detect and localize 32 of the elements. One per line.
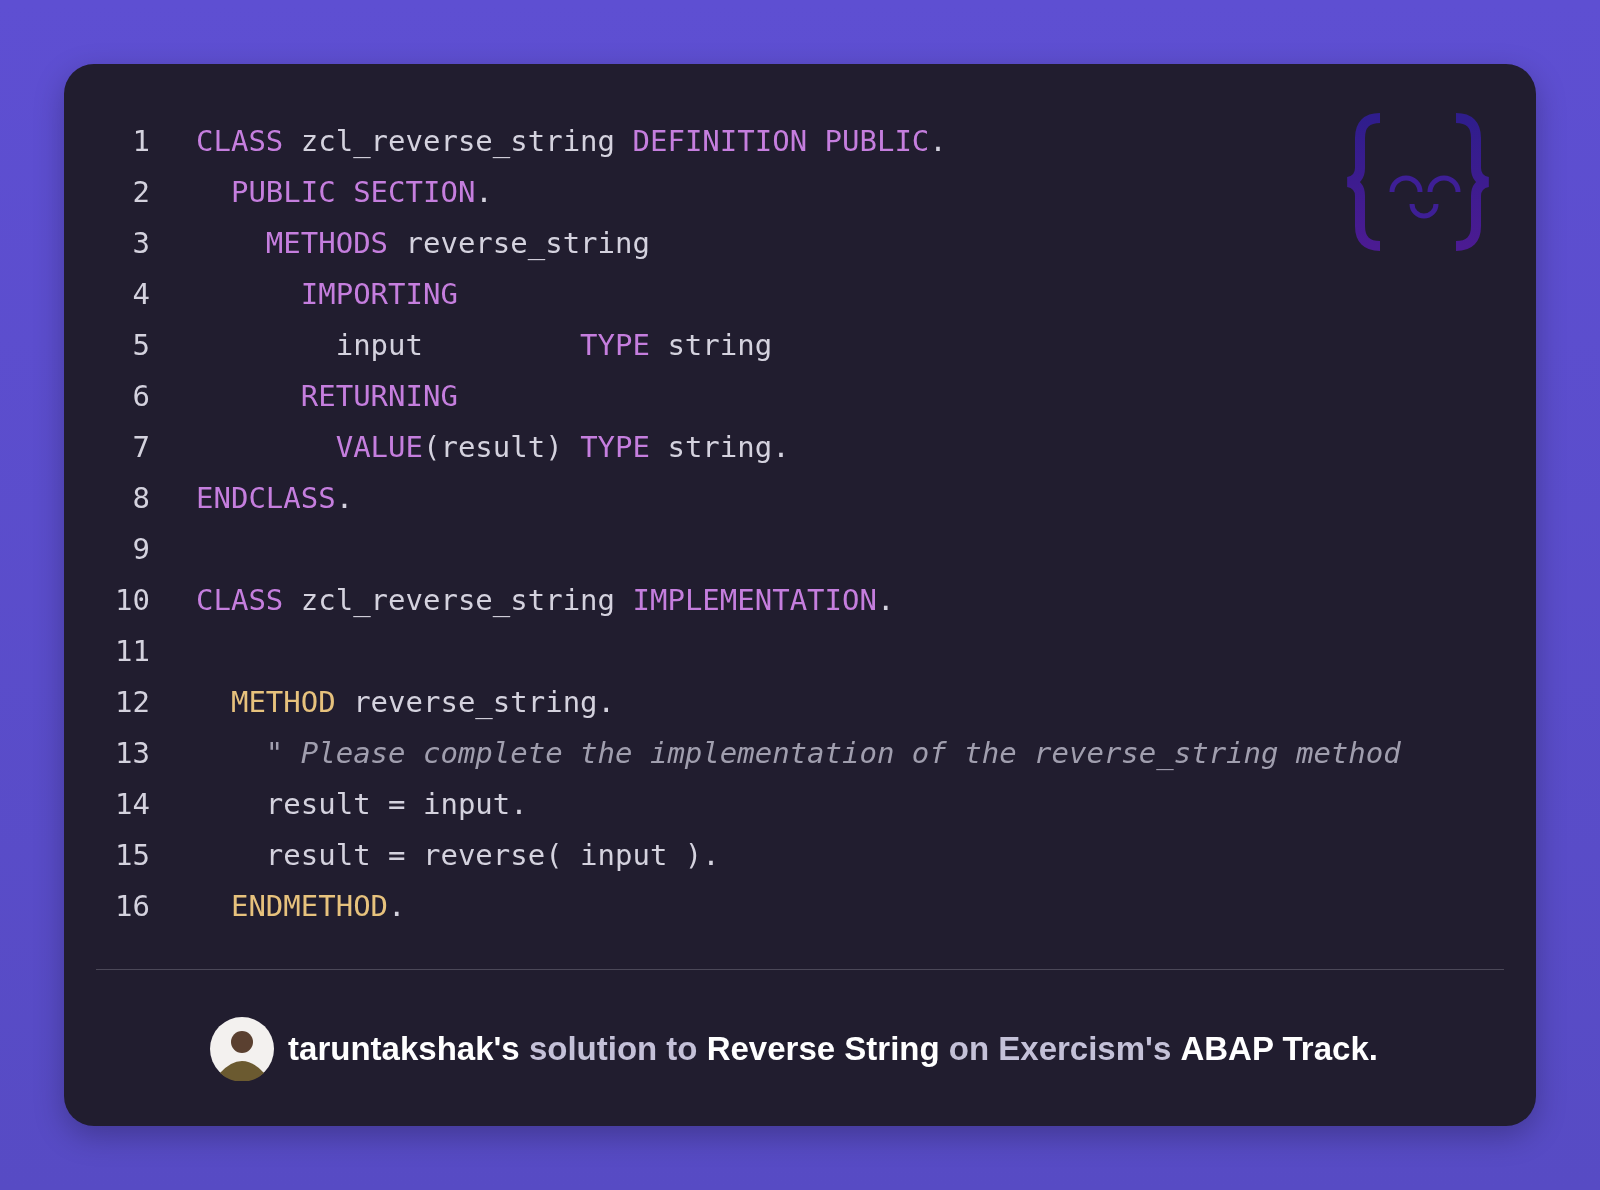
line-number: 13 [114, 735, 150, 770]
line-number: 2 [131, 174, 150, 209]
line-number: 6 [131, 378, 150, 413]
line-number: 8 [131, 480, 150, 515]
line-number: 9 [131, 531, 150, 566]
code-line: PUBLIC SECTION. [229, 174, 493, 209]
code-line: result = input. [264, 786, 528, 821]
code-line: METHOD reverse_string. [229, 684, 616, 719]
code-line: IMPORTING [299, 276, 458, 311]
line-number: 16 [114, 888, 150, 923]
line-number: 12 [114, 684, 150, 719]
code-line: METHODS reverse_string [264, 225, 650, 260]
code-line: result = reverse( input ). [264, 837, 720, 872]
code-line: CLASS zcl_reverse_string IMPLEMENTATION. [196, 582, 895, 617]
line-number: 4 [131, 276, 150, 311]
code-line: ENDCLASS. [196, 480, 354, 515]
line-number: 5 [131, 327, 150, 362]
solution-caption: taruntakshak's solution to Reverse String on Exercism's ABAP Track. [288, 1030, 1378, 1068]
line-number: 1 [131, 123, 150, 158]
avatar-icon [210, 1017, 275, 1081]
line-number: 14 [114, 786, 150, 821]
line-number: 11 [114, 633, 150, 668]
code-line: VALUE(result) TYPE string. [334, 429, 790, 464]
line-number: 10 [114, 582, 150, 617]
line-number: 7 [131, 429, 150, 464]
code-line: " Please complete the implementation of the reverse_string method [264, 735, 1401, 770]
line-number: 3 [131, 225, 150, 260]
code-line: RETURNING [299, 378, 458, 413]
code-line: ENDMETHOD. [229, 888, 406, 923]
line-number: 15 [114, 837, 150, 872]
code-line: input TYPE string [334, 327, 773, 362]
code-line: CLASS zcl_reverse_string DEFINITION PUBLIC. [196, 123, 947, 158]
